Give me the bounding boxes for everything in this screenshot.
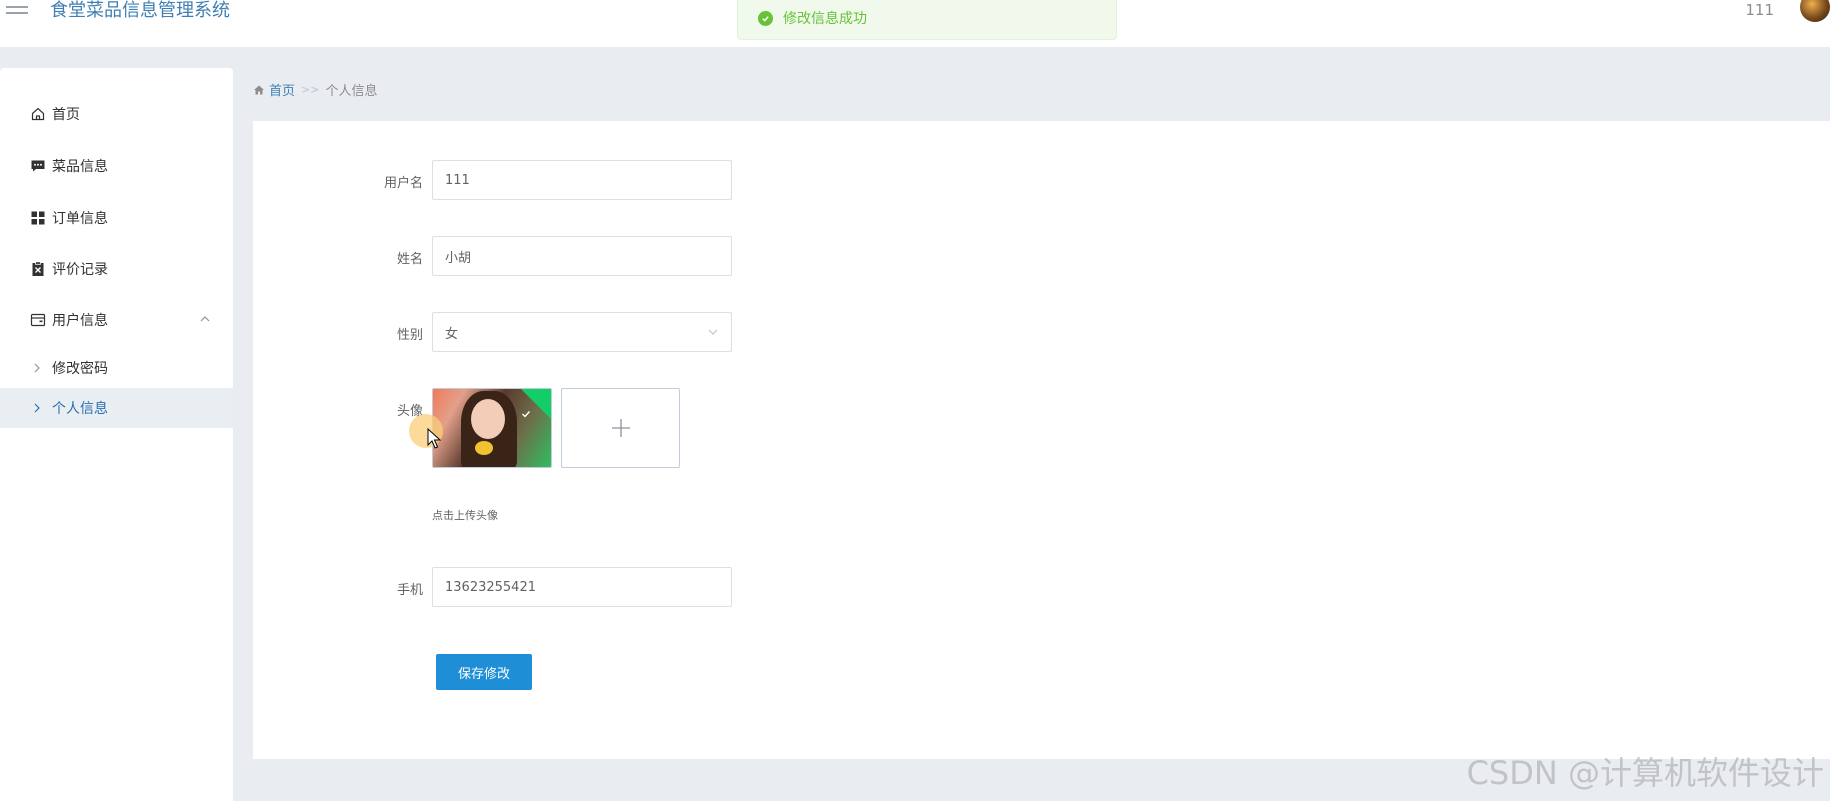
toast-message: 修改信息成功: [783, 11, 867, 27]
sidebar-item-label: 菜品信息: [52, 159, 108, 175]
header-avatar[interactable]: [1800, 0, 1830, 22]
cursor-arrow-icon: [427, 428, 441, 449]
avatar-upload-tip: 点击上传头像: [432, 509, 498, 522]
sidebar-item-orders[interactable]: 订单信息: [0, 198, 233, 238]
success-check-icon: [758, 10, 773, 26]
home-icon: [253, 84, 265, 96]
sidebar: 首页 菜品信息 订单信息 评价记录 用户信息 修改密码 个人信息: [0, 68, 233, 801]
name-label: 姓名: [396, 252, 423, 267]
success-toast: 修改信息成功: [737, 0, 1117, 40]
breadcrumb-current: 个人信息: [325, 84, 378, 99]
name-input[interactable]: [432, 236, 732, 276]
sidebar-item-label: 用户信息: [52, 313, 108, 329]
breadcrumb: 首页 >> 个人信息: [253, 80, 377, 99]
breadcrumb-separator: >>: [301, 83, 320, 96]
clipboard-icon: [30, 261, 46, 277]
avatar-flower: [475, 441, 493, 455]
phone-label: 手机: [396, 583, 423, 598]
sidebar-item-label: 首页: [52, 107, 80, 123]
wallet-icon: [30, 312, 46, 328]
username-label: 用户名: [383, 176, 423, 191]
gender-label: 性别: [396, 328, 423, 343]
sidebar-item-reviews[interactable]: 评价记录: [0, 249, 233, 289]
sidebar-item-user-info[interactable]: 用户信息: [0, 300, 233, 340]
avatar-preview[interactable]: [432, 388, 552, 468]
sidebar-item-home[interactable]: 首页: [0, 94, 233, 134]
sidebar-subitem-label: 修改密码: [52, 361, 108, 377]
avatar-label: 头像: [396, 404, 423, 419]
breadcrumb-home-link[interactable]: 首页: [269, 80, 295, 99]
save-button[interactable]: 保存修改: [436, 654, 532, 690]
home-icon: [30, 106, 46, 122]
sidebar-item-dishes[interactable]: 菜品信息: [0, 146, 233, 186]
chevron-up-icon: [200, 316, 210, 322]
avatar-upload-button[interactable]: [561, 388, 680, 468]
sidebar-subitem-personal-info[interactable]: 个人信息: [0, 388, 233, 428]
sidebar-subitem-change-password[interactable]: 修改密码: [0, 348, 233, 388]
sidebar-item-label: 评价记录: [52, 262, 108, 278]
plus-icon: [611, 419, 630, 437]
avatar-face: [471, 399, 505, 439]
sidebar-item-label: 订单信息: [52, 211, 108, 227]
gender-select[interactable]: 女: [432, 312, 732, 352]
menu-toggle-icon[interactable]: [6, 6, 28, 20]
check-icon: [522, 411, 531, 418]
header-user-name[interactable]: 111: [1745, 1, 1774, 19]
username-input[interactable]: [432, 160, 732, 200]
watermark: CSDN @计算机软件设计: [1466, 754, 1824, 792]
app-title: 食堂菜品信息管理系统: [50, 0, 230, 21]
chevron-down-icon: [707, 326, 719, 338]
gender-selected-value: 女: [445, 326, 459, 342]
phone-input[interactable]: [432, 567, 732, 607]
chevron-right-icon: [32, 402, 42, 414]
chat-icon: [30, 158, 46, 174]
chevron-right-icon: [32, 362, 42, 374]
grid-icon: [30, 210, 46, 226]
sidebar-subitem-label: 个人信息: [52, 401, 108, 417]
